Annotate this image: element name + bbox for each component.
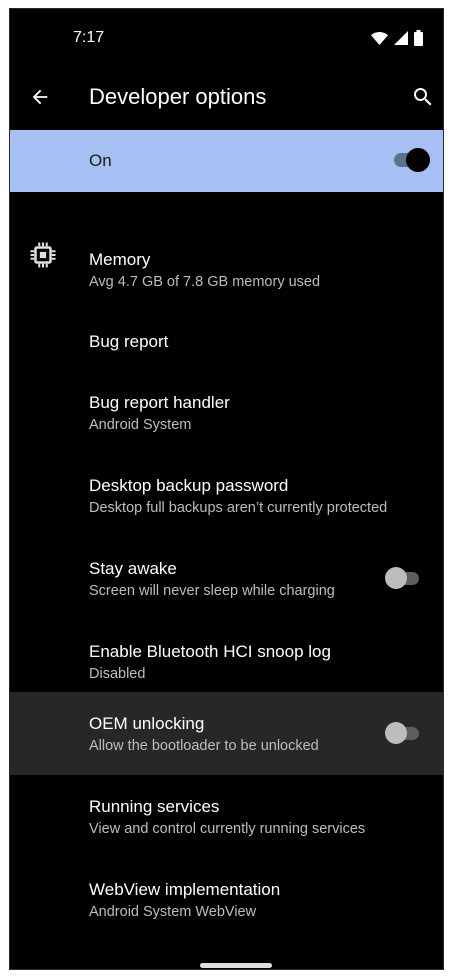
setting-item-desktop-backup-password[interactable]: Desktop backup password Desktop full bac… bbox=[10, 469, 443, 552]
setting-title: Memory bbox=[89, 250, 151, 269]
navigation-handle[interactable] bbox=[200, 963, 272, 968]
status-icons bbox=[371, 29, 423, 47]
setting-item-running-services[interactable]: Running services View and control curren… bbox=[10, 775, 443, 858]
cell-signal-icon bbox=[394, 31, 408, 45]
back-arrow-icon bbox=[32, 89, 48, 105]
page-title: Developer options bbox=[89, 84, 267, 109]
setting-title: Bug report bbox=[89, 332, 169, 351]
setting-item-stay-awake[interactable]: Stay awake Screen will never sleep while… bbox=[10, 552, 443, 635]
search-button[interactable] bbox=[407, 81, 439, 113]
stay-awake-toggle[interactable] bbox=[385, 566, 421, 590]
setting-summary: Android System bbox=[89, 417, 192, 433]
setting-summary: Screen will never sleep while charging bbox=[89, 583, 335, 599]
setting-item-memory[interactable]: Memory Avg 4.7 GB of 7.8 GB memory used bbox=[10, 220, 443, 303]
setting-title: Bug report handler bbox=[89, 393, 230, 412]
toggle-thumb bbox=[385, 567, 407, 589]
setting-summary: Allow the bootloader to be unlocked bbox=[89, 738, 319, 754]
setting-title: OEM unlocking bbox=[89, 714, 205, 733]
status-time: 7:17 bbox=[73, 29, 105, 46]
battery-icon bbox=[414, 30, 423, 46]
phone-screen: 7:17 Developer options On Memory Avg 4.7… bbox=[9, 8, 444, 970]
wifi-icon bbox=[371, 31, 388, 45]
status-bar: 7:17 bbox=[10, 9, 443, 65]
master-switch-bar[interactable]: On bbox=[10, 130, 443, 192]
toggle-thumb bbox=[406, 148, 430, 172]
setting-title: WebView implementation bbox=[89, 880, 281, 899]
oem-unlocking-toggle[interactable] bbox=[385, 721, 421, 745]
setting-item-oem-unlocking[interactable]: OEM unlocking Allow the bootloader to be… bbox=[10, 692, 443, 775]
setting-item-bug-report[interactable]: Bug report bbox=[10, 303, 443, 386]
setting-item-webview-implementation[interactable]: WebView implementation Android System We… bbox=[10, 858, 443, 941]
setting-title: Desktop backup password bbox=[89, 476, 289, 495]
master-switch-label: On bbox=[89, 151, 112, 170]
setting-summary: Desktop full backups aren’t currently pr… bbox=[89, 500, 388, 516]
toggle-thumb bbox=[385, 722, 407, 744]
setting-summary: Disabled bbox=[89, 666, 146, 682]
setting-summary: View and control currently running servi… bbox=[89, 821, 366, 837]
setting-summary: Android System WebView bbox=[89, 904, 257, 920]
setting-title: Running services bbox=[89, 797, 220, 816]
master-switch-toggle[interactable] bbox=[390, 147, 430, 173]
back-button[interactable] bbox=[24, 81, 56, 113]
memory-chip-icon bbox=[30, 242, 56, 268]
setting-title: Stay awake bbox=[89, 559, 177, 578]
app-bar: Developer options bbox=[10, 65, 443, 131]
setting-title: Enable Bluetooth HCI snoop log bbox=[89, 642, 331, 661]
setting-item-bug-report-handler[interactable]: Bug report handler Android System bbox=[10, 386, 443, 469]
setting-summary: Avg 4.7 GB of 7.8 GB memory used bbox=[89, 274, 321, 290]
search-icon bbox=[414, 88, 432, 106]
